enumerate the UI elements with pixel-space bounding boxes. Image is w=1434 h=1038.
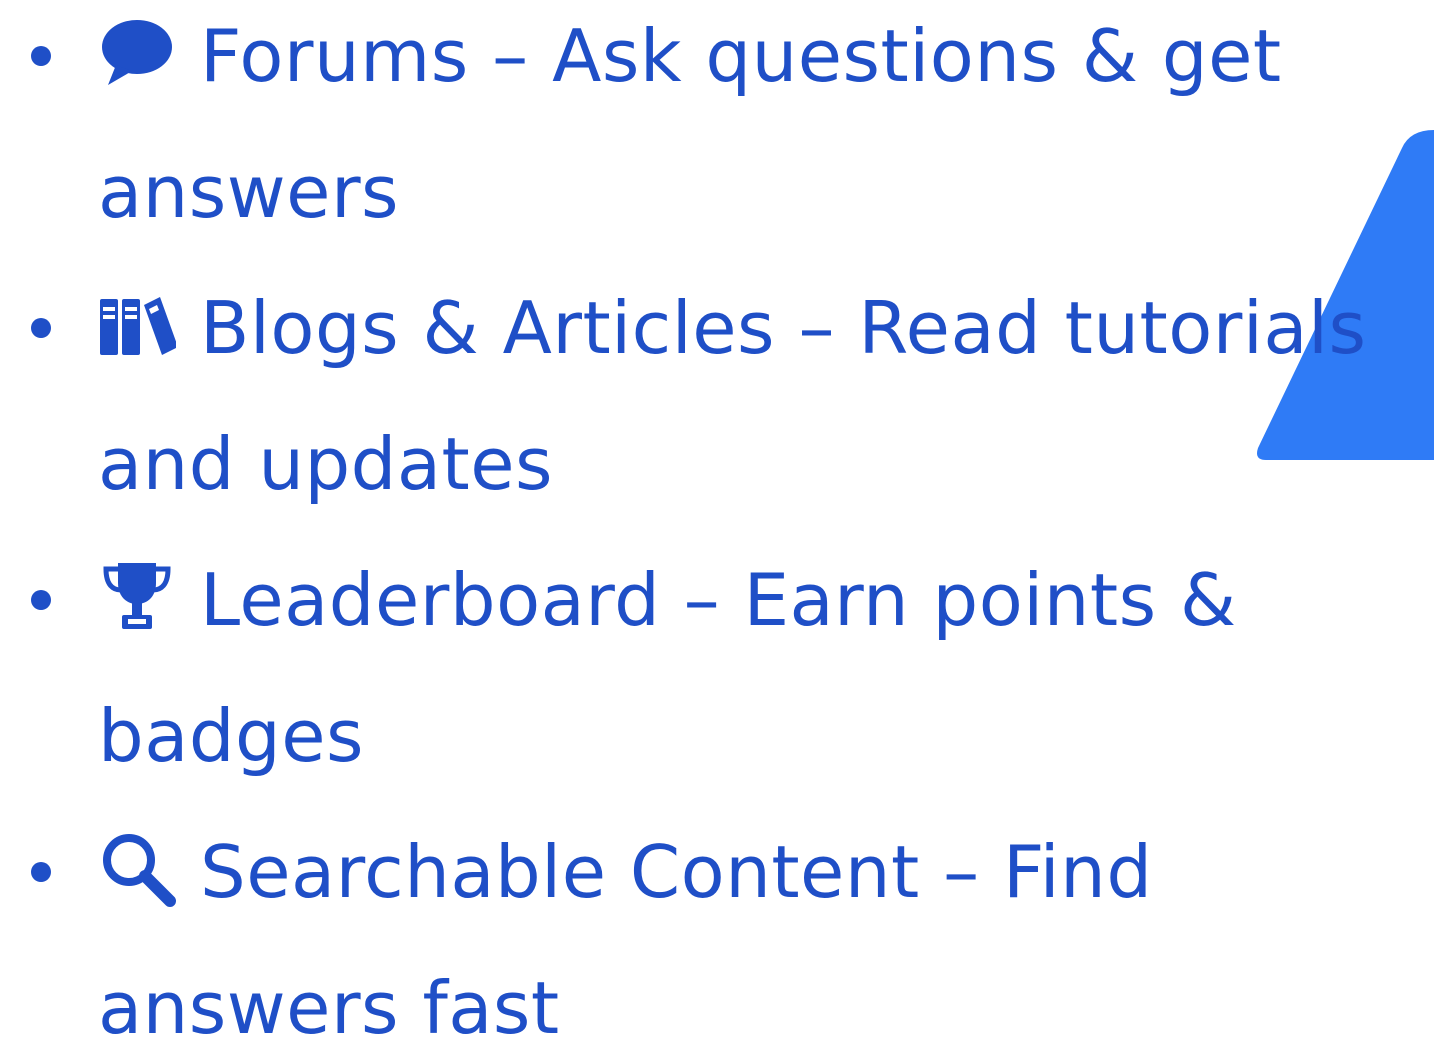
feature-item-forums: Forums – Ask questions & get answers	[0, 0, 1434, 260]
bullet-marker	[31, 46, 51, 66]
trophy-icon	[98, 557, 176, 635]
speech-bubble-icon	[98, 13, 176, 91]
feature-title: Leaderboard	[200, 558, 661, 642]
bullet-marker	[31, 862, 51, 882]
feature-title: Searchable Content	[200, 830, 920, 914]
feature-item-searchable-content: Searchable Content – Find answers fast	[0, 804, 1434, 1038]
bullet-marker	[31, 318, 51, 338]
feature-separator: –	[683, 558, 721, 642]
feature-separator: –	[798, 286, 835, 370]
feature-separator: –	[492, 14, 529, 98]
magnifier-icon	[98, 829, 176, 907]
bullet-marker	[31, 590, 51, 610]
feature-item-blogs: Blogs & Articles – Read tutorials and up…	[0, 260, 1434, 532]
feature-title: Forums	[200, 14, 469, 98]
feature-item-leaderboard: Leaderboard – Earn points & badges	[0, 532, 1434, 804]
feature-list: Forums – Ask questions & get answers Blo…	[0, 0, 1434, 1038]
books-icon	[98, 285, 176, 363]
feature-separator: –	[943, 830, 980, 914]
feature-title: Blogs & Articles	[200, 286, 776, 370]
